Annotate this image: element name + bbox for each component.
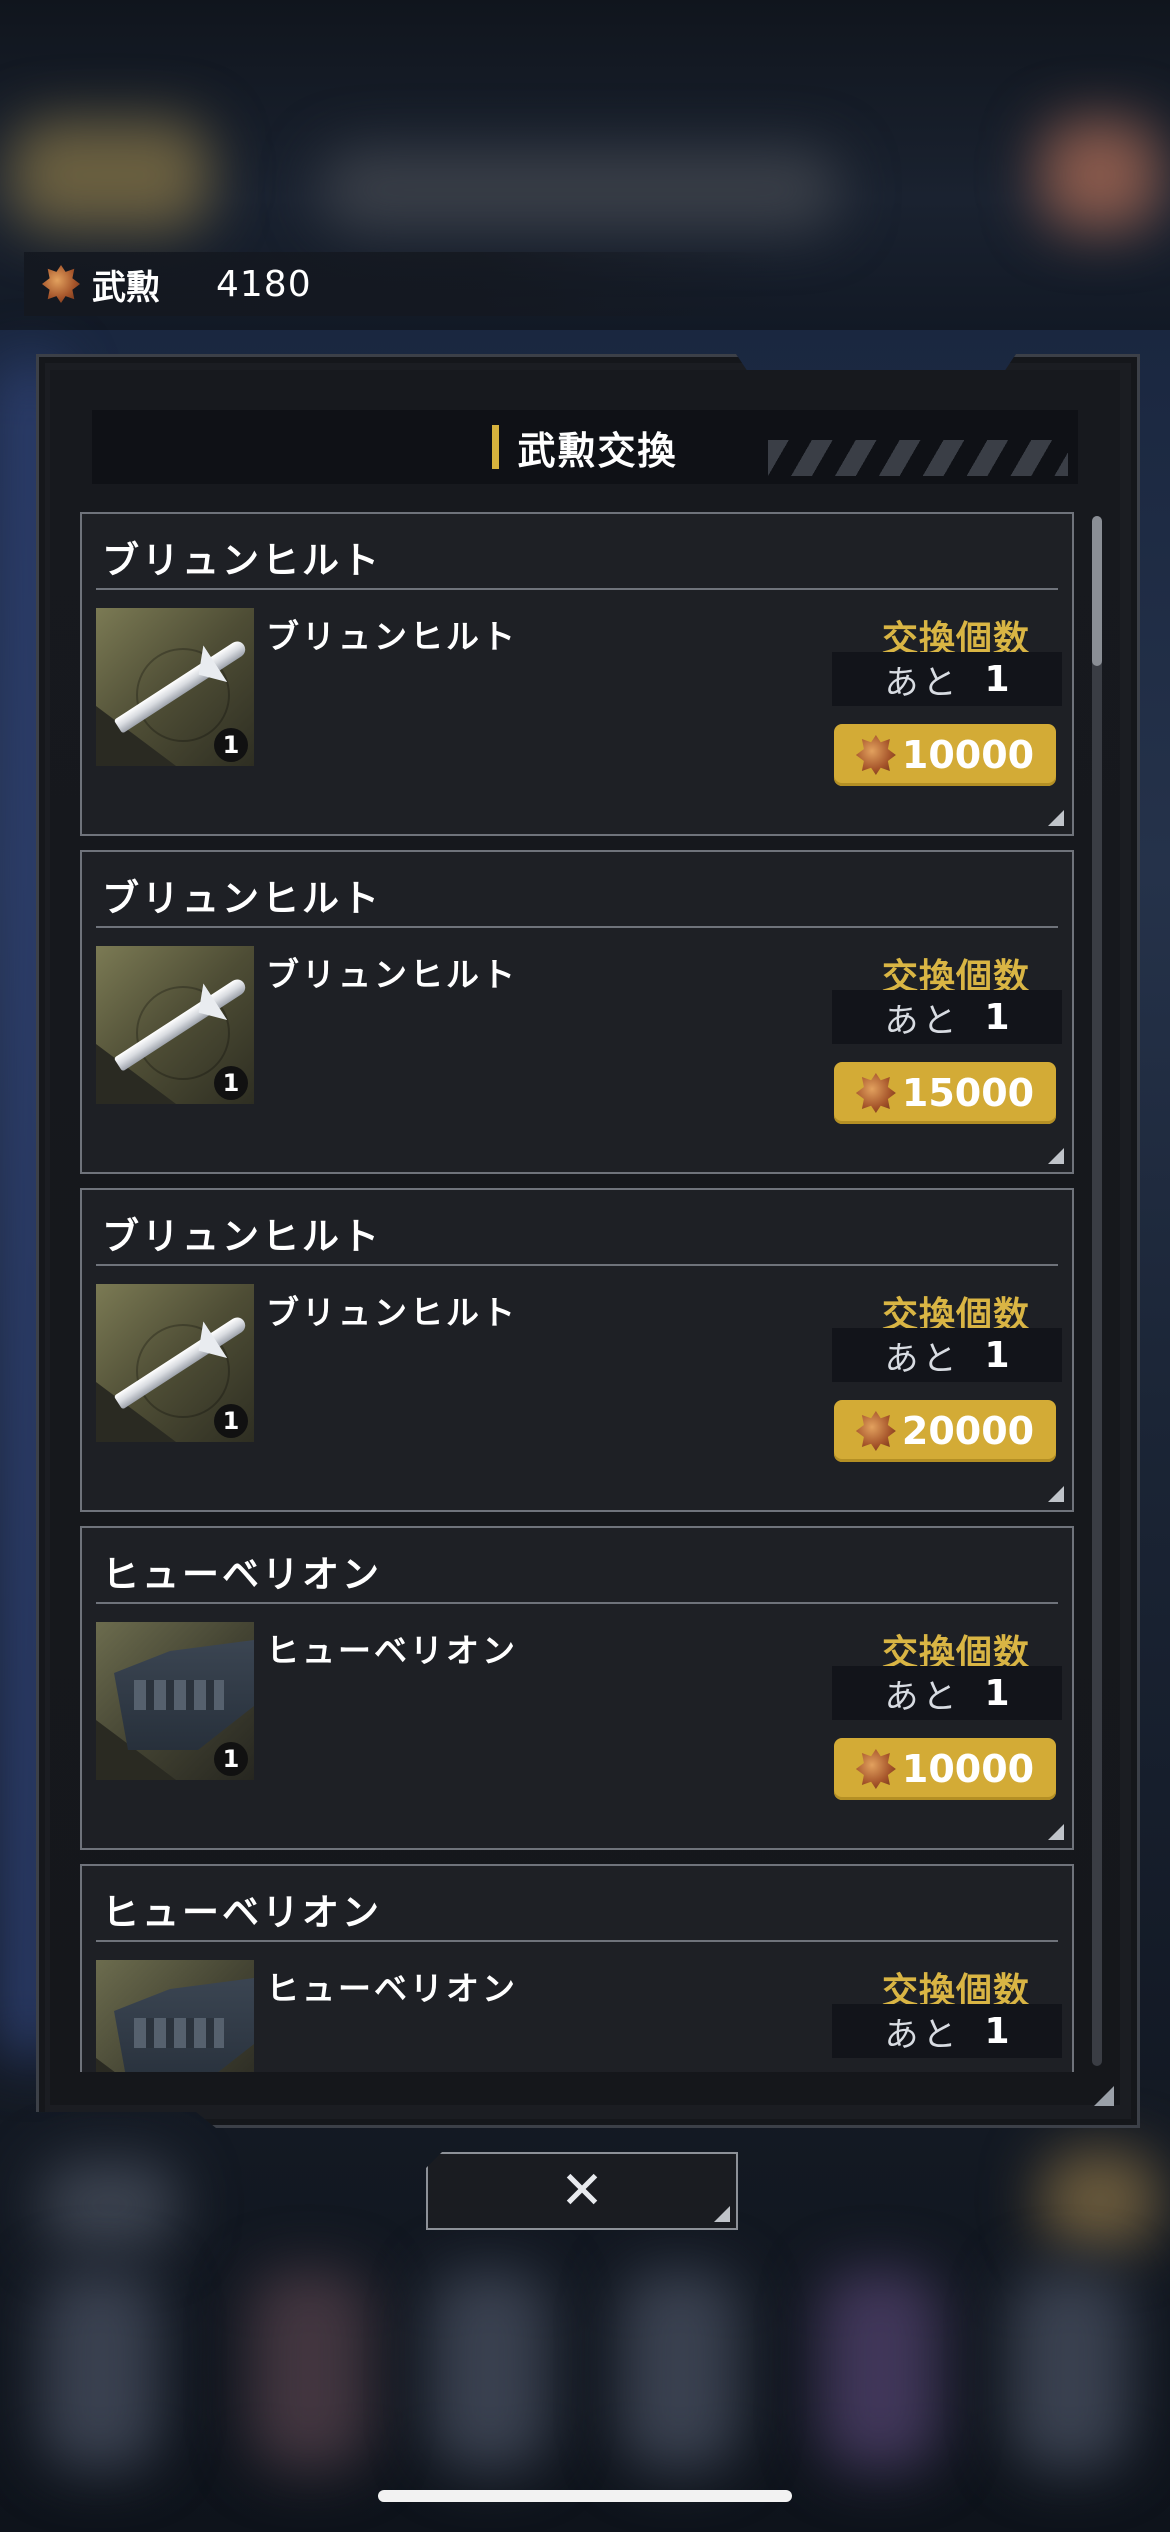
remaining-count: あと 1 — [832, 1666, 1062, 1720]
dialog-title: 武勲交換 — [517, 428, 678, 473]
remaining-label: あと — [884, 1338, 961, 1379]
remaining-count: あと 1 — [832, 1328, 1062, 1382]
corner-triangle-icon — [1048, 1486, 1064, 1502]
corner-triangle-icon — [1048, 810, 1064, 826]
quantity-badge: 1 — [214, 1742, 248, 1776]
close-button[interactable]: ✕ — [426, 2152, 738, 2230]
cost-value: 10000 — [901, 733, 1035, 777]
item-title: ヒューベリオン — [102, 1553, 382, 1596]
divider — [96, 588, 1058, 590]
item-thumbnail: 1 — [96, 1284, 254, 1442]
exchange-item-card[interactable]: ブリュンヒルト 1 ブリュンヒルト 交換個数 あと 1 10000 — [80, 512, 1074, 836]
battleship-icon — [114, 1978, 254, 2072]
exchange-cost-button[interactable]: 15000 — [834, 1062, 1056, 1124]
remaining-count: あと 1 — [832, 652, 1062, 706]
currency-label: 武勲 — [92, 267, 160, 308]
item-name: ヒューベリオン — [266, 1969, 518, 2008]
remaining-value: 1 — [984, 996, 1010, 1038]
quantity-badge: 1 — [214, 1404, 248, 1438]
medal-icon — [855, 1073, 896, 1113]
medal-icon — [42, 265, 80, 303]
home-indicator[interactable] — [378, 2490, 792, 2502]
dialog-header: 武勲交換 — [92, 410, 1078, 484]
corner-triangle-icon — [1048, 1148, 1064, 1164]
item-thumbnail: 1 — [96, 946, 254, 1104]
currency-bar: 武勲 4180 — [24, 252, 784, 316]
exchange-item-list[interactable]: ブリュンヒルト 1 ブリュンヒルト 交換個数 あと 1 10000 ブリュンヒル… — [80, 512, 1076, 2072]
exchange-cost-button[interactable]: 20000 — [834, 1400, 1056, 1462]
exchange-item-card[interactable]: ブリュンヒルト 1 ブリュンヒルト 交換個数 あと 1 15000 — [80, 850, 1074, 1174]
exchange-item-card[interactable]: ヒューベリオン ヒューベリオン 交換個数 あと 1 — [80, 1864, 1074, 2072]
corner-triangle-icon — [1048, 1824, 1064, 1840]
remaining-value: 1 — [984, 2010, 1010, 2052]
remaining-label: あと — [884, 662, 961, 703]
header-stripes-decoration — [768, 440, 1068, 476]
remaining-value: 1 — [984, 658, 1010, 700]
item-thumbnail: 1 — [96, 1622, 254, 1780]
battleship-icon — [114, 1640, 254, 1750]
scrollbar-track[interactable] — [1092, 516, 1102, 2066]
corner-triangle-icon — [714, 2206, 730, 2222]
remaining-label: あと — [884, 1676, 961, 1717]
quantity-badge: 1 — [214, 728, 248, 762]
item-name: ブリュンヒルト — [266, 617, 518, 656]
divider — [96, 1264, 1058, 1266]
exchange-item-card[interactable]: ブリュンヒルト 1 ブリュンヒルト 交換個数 あと 1 20000 — [80, 1188, 1074, 1512]
cost-value: 10000 — [901, 1747, 1035, 1791]
item-name: ブリュンヒルト — [266, 955, 518, 994]
item-name: ブリュンヒルト — [266, 1293, 518, 1332]
remaining-label: あと — [884, 2014, 961, 2055]
item-title: ヒューベリオン — [102, 1891, 382, 1934]
divider — [96, 926, 1058, 928]
remaining-label: あと — [884, 1000, 961, 1041]
item-thumbnail — [96, 1960, 254, 2072]
currency-amount: 4180 — [216, 263, 312, 305]
quantity-badge: 1 — [214, 1066, 248, 1100]
exchange-item-card[interactable]: ヒューベリオン 1 ヒューベリオン 交換個数 あと 1 10000 — [80, 1526, 1074, 1850]
medal-icon — [855, 735, 896, 775]
cost-value: 20000 — [901, 1409, 1035, 1453]
item-title: ブリュンヒルト — [102, 539, 382, 582]
item-title: ブリュンヒルト — [102, 1215, 382, 1258]
medal-icon — [855, 1749, 896, 1789]
header-accent-bar — [492, 425, 500, 469]
item-thumbnail: 1 — [96, 608, 254, 766]
remaining-count: あと 1 — [832, 990, 1062, 1044]
item-name: ヒューベリオン — [266, 1631, 518, 1670]
divider — [96, 1602, 1058, 1604]
exchange-cost-button[interactable]: 10000 — [834, 724, 1056, 786]
remaining-value: 1 — [984, 1672, 1010, 1714]
scrollbar-thumb[interactable] — [1092, 516, 1102, 666]
close-icon: ✕ — [560, 2161, 604, 2221]
remaining-value: 1 — [984, 1334, 1010, 1376]
divider — [96, 1940, 1058, 1942]
medal-icon — [855, 1411, 896, 1451]
item-title: ブリュンヒルト — [102, 877, 382, 920]
exchange-cost-button[interactable]: 10000 — [834, 1738, 1056, 1800]
remaining-count: あと 1 — [832, 2004, 1062, 2058]
cost-value: 15000 — [901, 1071, 1035, 1115]
